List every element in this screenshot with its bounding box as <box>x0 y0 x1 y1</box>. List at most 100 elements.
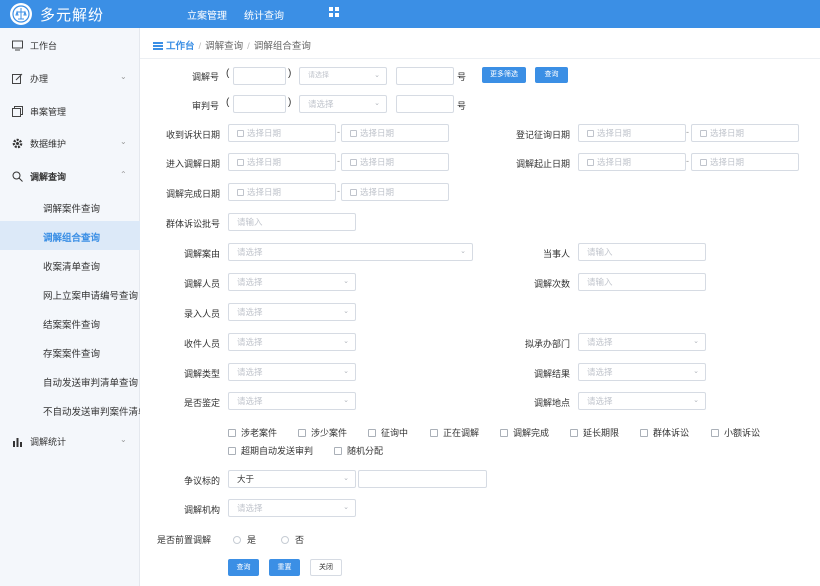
radio-no[interactable]: 否 <box>281 533 304 546</box>
range-dash: - <box>337 186 340 196</box>
breadcrumb-home[interactable]: 工作台 <box>166 41 195 52</box>
complete-date-label: 调解完成日期 <box>166 189 221 199</box>
cause-select[interactable]: 请选择 ⌄ <box>228 243 473 261</box>
checkbox-extended[interactable]: 延长期限 <box>570 426 619 439</box>
group-batch-label: 群体诉讼批号 <box>166 219 221 229</box>
query-button[interactable]: 查询 <box>228 559 259 576</box>
amount-value-input[interactable] <box>358 470 487 488</box>
dept-label: 拟承办部门 <box>525 339 571 349</box>
type-select[interactable]: 请选择 ⌄ <box>228 363 356 381</box>
sidebar-subitem-combined-query[interactable]: 调解组合查询 <box>0 221 140 250</box>
checkbox-mediating[interactable]: 正在调解 <box>430 426 479 439</box>
amount-operator-select[interactable]: 大于 ⌄ <box>228 470 356 488</box>
calendar-icon <box>350 130 357 137</box>
appraisal-select[interactable]: 请选择 ⌄ <box>228 392 356 410</box>
sidebar-item-handle[interactable]: 办理 ⌄ <box>0 63 140 93</box>
calendar-icon <box>350 189 357 196</box>
reset-button[interactable]: 重置 <box>269 559 300 576</box>
received-date-label: 收到诉状日期 <box>166 130 221 140</box>
chevron-down-icon: ⌄ <box>460 248 466 255</box>
calendar-icon <box>237 130 244 137</box>
chevron-down-icon: ⌄ <box>120 72 127 81</box>
close-button[interactable]: 关闭 <box>310 559 342 576</box>
start-end-date-label: 调解起止日期 <box>516 159 571 169</box>
radio-yes[interactable]: 是 <box>233 533 256 546</box>
checkbox-small-claims[interactable]: 小额诉讼 <box>711 426 760 439</box>
party-input[interactable]: 请输入 <box>578 243 706 261</box>
breadcrumb-item[interactable]: 调解查询 <box>205 41 243 52</box>
chevron-down-icon: ⌄ <box>120 137 127 146</box>
topnav-statistics[interactable]: 统计查询 <box>244 7 284 22</box>
chevron-down-icon: ⌄ <box>693 368 699 375</box>
top-query-button[interactable]: 查询 <box>535 67 568 83</box>
more-filters-button[interactable]: 更多筛选 <box>482 67 526 83</box>
trial-number-input[interactable] <box>396 95 454 113</box>
group-batch-input[interactable]: 请输入 <box>228 213 356 231</box>
checkbox-icon <box>334 447 342 455</box>
register-date-start[interactable]: 选择日期 <box>578 124 686 142</box>
topnav-case-filing[interactable]: 立案管理 <box>187 7 227 22</box>
sidebar-item-mediation-stats[interactable]: 调解统计 ⌄ <box>0 426 140 456</box>
sidebar: 工作台 办理 ⌄ 串案管理 数据维护 ⌄ 调解查询 ⌃ 调解案件查询 调解组合查… <box>0 28 140 586</box>
sidebar-item-label: 串案管理 <box>30 107 67 117</box>
chevron-down-icon: ⌄ <box>374 100 380 107</box>
mediator-select[interactable]: 请选择 ⌄ <box>228 273 356 291</box>
range-dash: - <box>337 156 340 166</box>
sidebar-item-serial-cases[interactable]: 串案管理 <box>0 96 140 126</box>
chevron-down-icon: ⌄ <box>343 338 349 345</box>
register-date-end[interactable]: 选择日期 <box>691 124 799 142</box>
sidebar-item-label: 调解统计 <box>30 437 67 447</box>
checkbox-overdue-auto-send[interactable]: 超期自动发送审判 <box>228 444 313 457</box>
checkbox-minor[interactable]: 涉少案件 <box>298 426 347 439</box>
received-date-start[interactable]: 选择日期 <box>228 124 336 142</box>
dept-select[interactable]: 请选择 ⌄ <box>578 333 706 351</box>
trial-year-input[interactable] <box>233 95 286 113</box>
open-paren: ( <box>226 68 230 79</box>
count-input[interactable]: 请输入 <box>578 273 706 291</box>
calendar-icon <box>237 159 244 166</box>
org-select[interactable]: 请选择 ⌄ <box>228 499 356 517</box>
checkbox-random-assign[interactable]: 随机分配 <box>334 444 383 457</box>
menu-icon[interactable] <box>153 42 163 50</box>
checkbox-group-litigation[interactable]: 群体诉讼 <box>640 426 689 439</box>
edit-icon <box>12 73 23 84</box>
sidebar-item-label: 数据维护 <box>30 139 67 149</box>
result-select[interactable]: 请选择 ⌄ <box>578 363 706 381</box>
complete-date-end[interactable]: 选择日期 <box>341 183 449 201</box>
mediation-year-input[interactable] <box>233 67 286 85</box>
complete-date-start[interactable]: 选择日期 <box>228 183 336 201</box>
sidebar-subitem-closed-cases[interactable]: 结案案件查询 <box>0 308 140 337</box>
mediation-court-select[interactable]: 请选择 ⌄ <box>299 67 387 85</box>
receiver-select[interactable]: 请选择 ⌄ <box>228 333 356 351</box>
sidebar-subitem-case-query[interactable]: 调解案件查询 <box>0 192 140 221</box>
sidebar-item-workbench[interactable]: 工作台 <box>0 30 140 60</box>
enter-date-end[interactable]: 选择日期 <box>341 153 449 171</box>
checkbox-elderly[interactable]: 涉老案件 <box>228 426 277 439</box>
checkbox-completed[interactable]: 调解完成 <box>500 426 549 439</box>
entry-person-select[interactable]: 请选择 ⌄ <box>228 303 356 321</box>
sidebar-item-label: 调解查询 <box>30 172 67 182</box>
mediator-label: 调解人员 <box>184 279 221 289</box>
start-end-date-end[interactable]: 选择日期 <box>691 153 799 171</box>
type-label: 调解类型 <box>184 369 221 379</box>
pre-mediation-label: 是否前置调解 <box>157 535 212 545</box>
chevron-down-icon: ⌄ <box>343 397 349 404</box>
mediation-number-input[interactable] <box>396 67 454 85</box>
radio-icon <box>233 536 241 544</box>
trial-court-select[interactable]: 请选择 ⌄ <box>299 95 387 113</box>
sidebar-subitem-no-auto-send[interactable]: 不自动发送审判案件清单查询 <box>0 395 140 424</box>
apps-grid-icon[interactable] <box>329 7 340 18</box>
sidebar-subitem-auto-send[interactable]: 自动发送审判清单查询 <box>0 366 140 395</box>
start-end-date-start[interactable]: 选择日期 <box>578 153 686 171</box>
sidebar-subitem-online-filing[interactable]: 网上立案申请编号查询 <box>0 279 140 308</box>
received-date-end[interactable]: 选择日期 <box>341 124 449 142</box>
sidebar-item-mediation-query[interactable]: 调解查询 ⌃ <box>0 161 140 191</box>
sidebar-item-data-maintenance[interactable]: 数据维护 ⌄ <box>0 128 140 158</box>
enter-date-start[interactable]: 选择日期 <box>228 153 336 171</box>
sidebar-subitem-archived-cases[interactable]: 存案案件查询 <box>0 337 140 366</box>
chevron-down-icon: ⌄ <box>343 504 349 511</box>
sidebar-subitem-receipt-list[interactable]: 收案清单查询 <box>0 250 140 279</box>
checkbox-icon <box>711 429 719 437</box>
location-select[interactable]: 请选择 ⌄ <box>578 392 706 410</box>
checkbox-consulting[interactable]: 征询中 <box>368 426 408 439</box>
